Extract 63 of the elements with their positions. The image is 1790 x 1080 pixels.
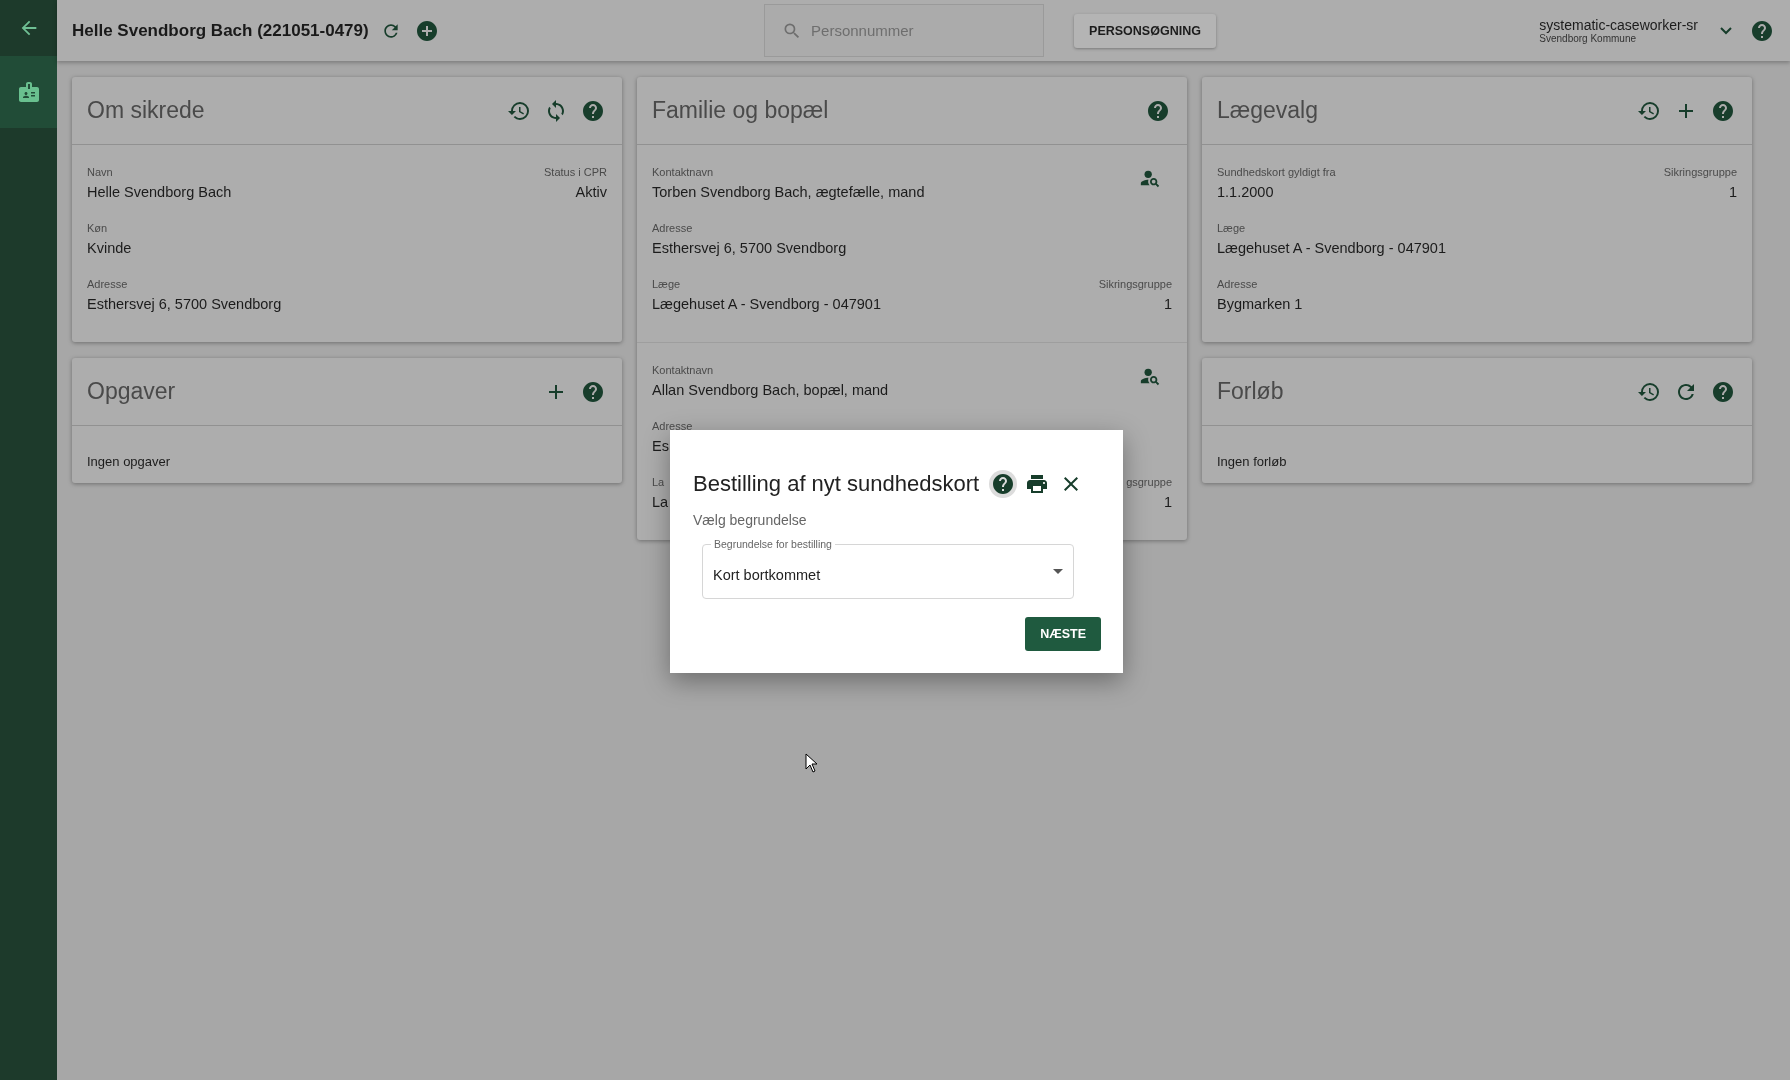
search-field[interactable]: Personnummer [764,4,1045,57]
field-value: Esthersvej 6, 5700 Svendborg [87,296,282,312]
field-value: Aktiv [575,184,607,200]
help-icon [581,379,605,404]
dropdown-icon [1053,569,1063,574]
field-value: Lægehuset A - Svendborg - 047901 [1217,240,1446,256]
field-label: Sikringsgruppe [1098,278,1172,290]
field-value: Helle Svendborg Bach [87,184,232,200]
help-icon [581,98,605,123]
field-label: Læge [652,278,681,290]
card-title: Lægevalg [1217,97,1319,124]
field-label: Adresse [652,420,693,432]
field-label: Sikringsgruppe [1663,166,1737,178]
field-label: Begrundelse for bestilling [711,538,835,550]
field-label: Status i CPR [544,166,607,178]
field-label: Adresse [87,278,128,290]
field-value: La [652,494,669,510]
card-title: Familie og bopæl [652,97,829,124]
empty-message: Ingen forløb [1216,453,1288,471]
person-title: Helle Svendborg Bach (221051-0479) [72,20,369,41]
field-label: Læge [1217,222,1246,234]
mouse-cursor-icon [805,753,819,773]
card-title: Forløb [1217,378,1284,405]
user-name: systematic-caseworker-sr [1539,17,1698,33]
field-value: 1 [1728,184,1737,200]
help-icon [1711,379,1735,404]
field-label: Køn [87,222,108,234]
field-value: Torben Svendborg Bach, ægtefælle, mand [652,184,925,200]
help-icon [1146,98,1170,123]
field-label: Navn [87,166,113,178]
field-label: Adresse [652,222,693,234]
field-value: Es [652,438,669,454]
field-value: Allan Svendborg Bach, bopæl, mand [652,382,889,398]
card-title: Om sikrede [87,97,205,124]
dialog-title: Bestilling af nyt sundhedskort [693,471,980,497]
print-icon [1025,472,1050,496]
search-button[interactable]: PERSONSØGNING [1074,13,1216,48]
dialog-subtitle: Vælg begrundelse [693,512,808,528]
field-value: 1.1.2000 [1217,184,1274,200]
id-card-nav-item[interactable] [0,56,57,128]
add-icon [414,18,439,43]
field-value: Lægehuset A - Svendborg - 047901 [652,296,881,312]
field-value: 1 [1163,296,1172,312]
help-icon [1711,98,1735,123]
field-label: Sundhedskort gyldigt fra [1217,166,1336,178]
field-value: 1 [1163,494,1172,510]
user-organization: Svendborg Kommune [1539,33,1638,44]
help-icon [1750,18,1774,43]
next-button[interactable]: NÆSTE [1025,617,1101,651]
field-label: Kontaktnavn [652,364,714,376]
help-button[interactable] [989,470,1018,498]
field-label: Kontaktnavn [652,166,714,178]
field-value: Esthersvej 6, 5700 Svendborg [652,240,847,256]
empty-message: Ingen opgaver [86,453,172,471]
field-label: La [652,476,665,488]
chevron-down-icon [1720,26,1732,35]
field-label: Adresse [1217,278,1258,290]
help-icon [991,472,1016,496]
field-value: Kvinde [87,240,132,256]
field-value: Bygmarken 1 [1217,296,1303,312]
card-title: Opgaver [87,378,176,405]
field-label: gsgruppe [1126,476,1172,488]
id-card-icon [16,80,41,104]
